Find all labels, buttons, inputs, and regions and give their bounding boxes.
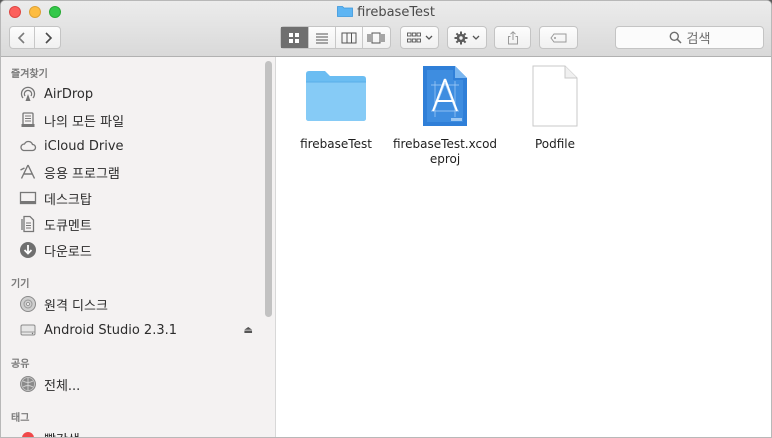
- arrange-button[interactable]: [400, 26, 439, 49]
- list-icon: [315, 33, 328, 43]
- sidebar-item-applications[interactable]: 응용 프로그램: [19, 161, 259, 183]
- column-view-button[interactable]: [336, 27, 363, 48]
- downloads-icon: [19, 241, 37, 259]
- sidebar-item-label: AirDrop: [44, 86, 94, 102]
- section-favorites: 즐겨찾기: [11, 69, 48, 80]
- window-title: firebaseTest: [1, 5, 771, 21]
- icon-view-button[interactable]: [281, 27, 309, 48]
- xcode-project-icon: [413, 63, 477, 129]
- tag-button[interactable]: [539, 26, 578, 49]
- file-name: Podfile: [534, 137, 576, 151]
- toolbar: firebaseTest 검색: [1, 1, 771, 57]
- airdrop-icon: [19, 85, 37, 103]
- section-shared: 공유: [11, 359, 30, 370]
- chevron-down-icon: [425, 35, 432, 40]
- search-icon: [669, 31, 682, 44]
- chevron-left-icon: [17, 31, 25, 44]
- chevron-down-icon: [472, 35, 480, 40]
- network-icon: [19, 375, 37, 393]
- sidebar-item-desktop[interactable]: 데스크탑: [19, 187, 259, 209]
- sidebar-item-label: 응용 프로그램: [44, 166, 120, 182]
- section-devices: 기기: [11, 279, 30, 290]
- sidebar-item-label: 빨간색: [44, 429, 80, 438]
- sidebar-item-label: iCloud Drive: [44, 138, 124, 154]
- document-icon: [523, 63, 587, 129]
- sidebar-item-label: 다운로드: [44, 244, 92, 260]
- sidebar-item-all-shared[interactable]: 전체...: [19, 373, 259, 395]
- file-item-xcodeproj[interactable]: firebaseTest.xcodeproj: [390, 63, 500, 167]
- cover-flow-button[interactable]: [363, 27, 390, 48]
- sidebar-item-downloads[interactable]: 다운로드: [19, 239, 259, 261]
- sidebar-item-tag-red[interactable]: 빨간색: [19, 427, 259, 438]
- nav-buttons: [9, 26, 61, 49]
- tag-dot-icon: [19, 429, 37, 437]
- disc-icon: [19, 295, 37, 313]
- forward-button[interactable]: [35, 27, 60, 48]
- sidebar-item-android-studio[interactable]: Android Studio 2.3.1 ⏏: [19, 319, 259, 341]
- share-icon: [507, 30, 518, 44]
- file-item-podfile[interactable]: Podfile: [500, 63, 610, 152]
- search-input[interactable]: 검색: [615, 26, 764, 49]
- sidebar: 즐겨찾기 AirDrop 나의 모든 파일 iCloud Drive 응용 프로…: [1, 57, 276, 438]
- folder-icon: [337, 6, 353, 17]
- all-files-icon: [19, 111, 37, 129]
- share-button[interactable]: [494, 26, 531, 49]
- grid-icon: [289, 32, 300, 43]
- cloud-icon: [19, 137, 37, 155]
- sidebar-item-remote-disc[interactable]: 원격 디스크: [19, 293, 259, 315]
- documents-icon: [19, 215, 37, 233]
- file-browser: firebaseTest firebaseTest.xcodeproj Podf…: [277, 57, 771, 437]
- sidebar-item-documents[interactable]: 도큐멘트: [19, 213, 259, 235]
- file-name: firebaseTest.xcodeproj: [392, 137, 498, 166]
- gear-icon: [454, 31, 468, 44]
- drive-icon: [19, 321, 37, 339]
- sidebar-item-label: 나의 모든 파일: [44, 114, 125, 130]
- desktop-icon: [19, 189, 37, 207]
- arrange-icon: [406, 32, 421, 42]
- sidebar-scrollbar[interactable]: [265, 61, 272, 317]
- columns-icon: [341, 32, 357, 43]
- folder-icon: [304, 63, 368, 129]
- sidebar-item-label: Android Studio 2.3.1: [44, 322, 178, 338]
- window-title-text: firebaseTest: [357, 5, 435, 20]
- eject-icon[interactable]: ⏏: [244, 325, 253, 336]
- sidebar-item-label: 도큐멘트: [44, 218, 92, 234]
- sidebar-item-airdrop[interactable]: AirDrop: [19, 83, 259, 105]
- back-button[interactable]: [10, 27, 36, 48]
- sidebar-item-label: 원격 디스크: [44, 298, 108, 314]
- search-placeholder: 검색: [686, 32, 711, 47]
- cover-flow-icon: [367, 32, 385, 43]
- sidebar-item-label: 전체...: [44, 378, 81, 394]
- applications-icon: [19, 163, 37, 181]
- list-view-button[interactable]: [309, 27, 336, 48]
- sidebar-item-label: 데스크탑: [44, 192, 92, 208]
- view-mode-control: [280, 26, 391, 49]
- action-button[interactable]: [447, 26, 487, 49]
- finder-window: firebaseTest 검색 즐겨찾기 AirDrop 나의 모든 파일 iC…: [0, 0, 772, 438]
- sidebar-item-all-files[interactable]: 나의 모든 파일: [19, 109, 259, 131]
- chevron-right-icon: [44, 31, 52, 44]
- file-item-folder[interactable]: firebaseTest: [281, 63, 391, 152]
- section-tags: 태그: [11, 413, 30, 424]
- file-name: firebaseTest: [300, 137, 372, 151]
- tag-icon: [549, 33, 566, 42]
- sidebar-item-icloud-drive[interactable]: iCloud Drive: [19, 135, 259, 157]
